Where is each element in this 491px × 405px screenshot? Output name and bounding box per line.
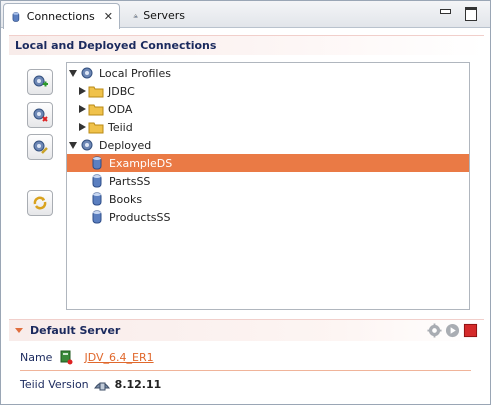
server-icon <box>60 350 73 365</box>
expand-toggle[interactable] <box>79 87 86 95</box>
tab-connections[interactable]: Connections ✕ <box>3 3 120 29</box>
folder-icon <box>88 104 104 116</box>
tree-label: Books <box>109 192 143 206</box>
folder-icon <box>88 122 104 134</box>
tree-node-teiid[interactable]: Teiid <box>67 118 469 136</box>
teiid-version-label: Teiid Version <box>20 377 89 391</box>
expand-toggle[interactable] <box>79 105 86 113</box>
tree-node-local-profiles[interactable]: Local Profiles <box>67 64 469 82</box>
tree-node-partsss[interactable]: PartsSS <box>67 172 469 190</box>
tree-label: Teiid <box>108 120 133 134</box>
tree-label: ExampleDS <box>109 156 173 170</box>
teiid-icon <box>93 382 110 391</box>
section-title: Local and Deployed Connections <box>15 39 217 52</box>
name-divider <box>20 370 471 371</box>
tree-node-productsss[interactable]: ProductsSS <box>67 208 469 226</box>
delete-connection-icon <box>33 108 48 122</box>
expand-toggle[interactable] <box>79 123 86 131</box>
refresh-icon <box>33 196 47 210</box>
new-connection-button[interactable] <box>27 69 53 95</box>
teiid-version-value: 8.12.11 <box>114 377 162 391</box>
new-connection-icon <box>33 75 48 87</box>
tree-node-deployed[interactable]: Deployed <box>67 136 469 154</box>
minimize-button[interactable] <box>438 6 452 20</box>
default-server-title: Default Server <box>30 324 121 337</box>
expand-toggle[interactable] <box>69 69 77 77</box>
profiles-icon <box>81 67 93 79</box>
datasource-icon <box>92 156 102 170</box>
tree-label: ODA <box>108 102 133 116</box>
tree-node-exampleds[interactable]: ExampleDS <box>67 154 469 172</box>
tree-label: ProductsSS <box>109 210 171 224</box>
view-tab-bar: Connections ✕ Servers <box>1 1 490 29</box>
name-label: Name <box>20 350 53 364</box>
delete-connection-button[interactable] <box>27 102 53 128</box>
tree-label: Local Profiles <box>99 66 171 80</box>
tab-label: Connections <box>26 10 95 23</box>
start-server-icon[interactable] <box>445 323 460 338</box>
tree-label: Deployed <box>99 138 152 152</box>
tab-servers[interactable]: Servers <box>127 3 191 28</box>
expand-toggle[interactable] <box>69 141 77 149</box>
datasource-icon <box>92 174 102 188</box>
close-icon[interactable]: ✕ <box>104 11 113 22</box>
teiid-version-row: Teiid Version 8.12.11 <box>20 376 161 392</box>
tree-node-jdbc[interactable]: JDBC <box>67 82 469 100</box>
stop-server-icon[interactable] <box>463 323 478 338</box>
default-server-header[interactable]: Default Server <box>9 319 484 341</box>
server-actions <box>427 323 478 338</box>
datasource-icon <box>92 192 102 206</box>
server-name-link[interactable]: JDV_6.4_ER1 <box>84 351 153 364</box>
servers-icon <box>133 13 138 18</box>
folder-icon <box>88 86 104 98</box>
section-header: Local and Deployed Connections <box>9 35 484 55</box>
gear-icon[interactable] <box>427 323 442 338</box>
connections-tree[interactable]: Local Profiles JDBC ODA Teiid Deployed E… <box>66 62 470 310</box>
datasource-icon <box>92 210 102 224</box>
refresh-button[interactable] <box>27 190 53 216</box>
tab-label: Servers <box>143 9 185 22</box>
maximize-button[interactable] <box>464 6 478 21</box>
tree-label: PartsSS <box>109 174 151 188</box>
collapse-toggle-icon[interactable] <box>15 328 23 333</box>
edit-connection-icon <box>33 140 48 154</box>
edit-connection-button[interactable] <box>27 134 53 160</box>
connections-icon <box>12 11 20 22</box>
tree-node-oda[interactable]: ODA <box>67 100 469 118</box>
server-name-row: Name JDV_6.4_ER1 <box>20 349 154 365</box>
tree-label: JDBC <box>108 84 135 98</box>
connections-view: Connections ✕ Servers Local and Deployed… <box>0 0 491 405</box>
tree-node-books[interactable]: Books <box>67 190 469 208</box>
deployed-icon <box>81 139 93 151</box>
